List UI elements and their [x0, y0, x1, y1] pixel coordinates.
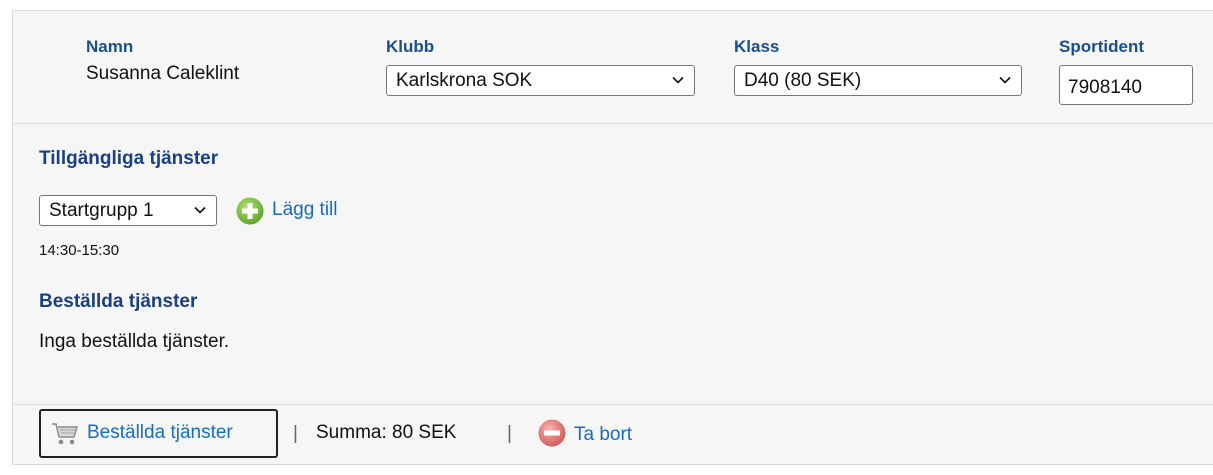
remove-link[interactable]: Ta bort — [574, 424, 632, 446]
no-ordered-services-text: Inga beställda tjänster. — [39, 331, 230, 352]
club-select[interactable]: Karlskrona SOK — [386, 65, 695, 96]
name-value: Susanna Caleklint — [86, 63, 240, 84]
chevron-down-icon — [672, 76, 684, 84]
club-label: Klubb — [386, 37, 435, 56]
chevron-down-icon — [194, 206, 206, 214]
divider-top — [13, 123, 1213, 124]
sum-text: Summa: 80 SEK — [316, 422, 457, 443]
ordered-services-title: Beställda tjänster — [39, 291, 198, 312]
chevron-down-icon — [999, 76, 1011, 84]
service-select-value: Startgrupp 1 — [49, 200, 154, 221]
separator: | — [507, 423, 512, 444]
club-select-value: Karlskrona SOK — [396, 70, 533, 91]
registration-panel: Namn Susanna Caleklint Klubb Karlskrona … — [12, 10, 1213, 465]
class-select-value: D40 (80 SEK) — [744, 70, 862, 91]
shopping-cart-icon — [52, 423, 79, 445]
sportident-input[interactable]: 7908140 — [1059, 65, 1193, 105]
divider-bottom — [13, 404, 1213, 405]
separator: | — [293, 423, 298, 444]
sportident-label: Sportident — [1059, 37, 1144, 56]
cart-button-label: Beställda tjänster — [87, 422, 233, 443]
class-select[interactable]: D40 (80 SEK) — [734, 65, 1022, 96]
ordered-services-cart-button[interactable]: Beställda tjänster — [39, 409, 278, 458]
plus-circle-icon[interactable] — [235, 196, 265, 226]
service-time: 14:30-15:30 — [39, 242, 120, 259]
name-label: Namn — [86, 37, 134, 56]
service-select[interactable]: Startgrupp 1 — [39, 195, 217, 226]
minus-circle-icon[interactable] — [537, 418, 567, 448]
available-services-title: Tillgängliga tjänster — [39, 148, 219, 169]
add-service-link[interactable]: Lägg till — [272, 199, 338, 221]
class-label: Klass — [734, 37, 780, 56]
